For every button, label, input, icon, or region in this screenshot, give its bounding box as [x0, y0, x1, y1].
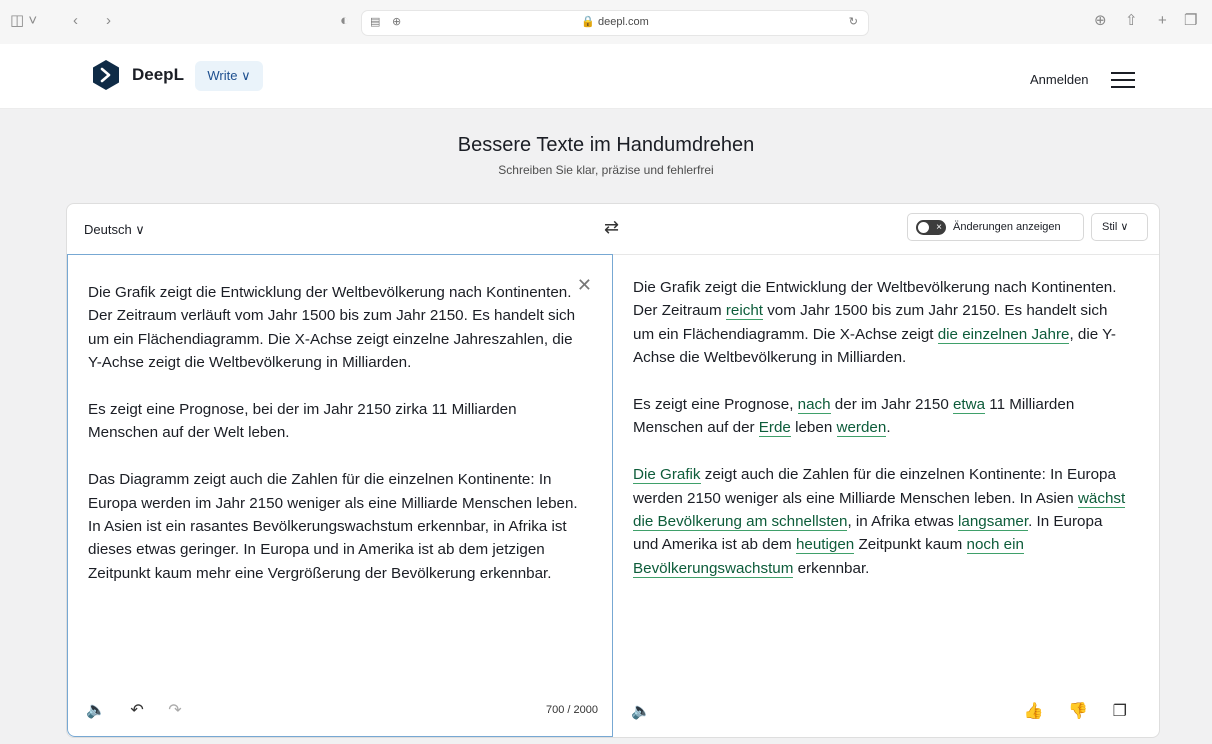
- url-text: 🔒 deepl.com: [581, 16, 649, 28]
- reload-icon[interactable]: ↻: [849, 15, 858, 28]
- source-actions: 🔈 ↶ ↷: [86, 700, 202, 720]
- language-select[interactable]: Deutsch ∨: [84, 222, 145, 238]
- page-subtitle: Schreiben Sie klar, präzise und fehlerfr…: [498, 163, 714, 177]
- downloads-icon[interactable]: ⊕: [1094, 11, 1107, 31]
- changed-word[interactable]: heutigen: [795, 536, 855, 555]
- result-text-span: Zeitpunkt kaum: [854, 536, 967, 554]
- swap-icon[interactable]: ⇄: [604, 217, 619, 238]
- changed-word[interactable]: langsamer: [958, 513, 1029, 532]
- share-icon[interactable]: ⇧: [1125, 11, 1138, 31]
- source-paragraph: Die Grafik zeigt die Entwicklung der Wel…: [88, 284, 576, 372]
- changed-word[interactable]: werden: [836, 419, 887, 438]
- back-icon[interactable]: ‹: [73, 11, 78, 31]
- write-menu-button[interactable]: Write ∨: [195, 61, 263, 91]
- style-select[interactable]: Stil ∨: [1091, 213, 1148, 241]
- source-text-pane[interactable]: ✕ Die Grafik zeigt die Entwicklung der W…: [67, 254, 613, 737]
- result-text-span: Es zeigt eine Prognose,: [633, 396, 798, 414]
- result-paragraph: Es zeigt eine Prognose, nach der im Jahr…: [633, 393, 1128, 440]
- speaker-icon[interactable]: 🔈: [86, 700, 106, 720]
- result-text-span: leben: [790, 419, 837, 437]
- changed-word[interactable]: reicht: [725, 302, 763, 321]
- show-changes-label: Änderungen anzeigen: [953, 221, 1061, 233]
- result-text-pane: Die Grafik zeigt die Entwicklung der Wel…: [613, 254, 1159, 737]
- show-changes-toggle[interactable]: × Änderungen anzeigen: [907, 213, 1084, 241]
- character-counter: 700 / 2000: [546, 704, 598, 716]
- result-text-span: , in Afrika etwas: [847, 513, 959, 531]
- site-header: DeepL Write ∨ Anmelden: [0, 44, 1212, 109]
- address-bar[interactable]: ▤ ⊕ 🔒 deepl.com ↻: [361, 10, 869, 36]
- privacy-shield-icon[interactable]: ◐: [340, 11, 349, 31]
- result-text-span: .: [886, 419, 891, 437]
- changed-word[interactable]: etwa: [952, 396, 986, 415]
- sidebar-toggle-icon[interactable]: ◫ ˅: [10, 11, 37, 31]
- thumbs-up-icon[interactable]: 👍: [1024, 701, 1044, 721]
- new-tab-icon[interactable]: +: [1158, 11, 1167, 31]
- changed-word[interactable]: Erde: [758, 419, 791, 438]
- deepl-logo-icon[interactable]: [90, 59, 122, 91]
- speaker-icon[interactable]: 🔈: [631, 701, 651, 721]
- changed-word[interactable]: nach: [797, 396, 831, 415]
- source-paragraph: Das Diagramm zeigt auch die Zahlen für d…: [88, 471, 578, 582]
- undo-icon[interactable]: ↶: [130, 700, 143, 720]
- changed-word[interactable]: Die Grafik: [633, 466, 701, 485]
- result-text-span: zeigt auch die Zahlen für die einzelnen …: [633, 466, 1116, 507]
- tab-overview-icon[interactable]: ❐: [1184, 11, 1197, 31]
- menu-icon[interactable]: [1111, 72, 1135, 93]
- source-textarea[interactable]: Die Grafik zeigt die Entwicklung der Wel…: [88, 281, 588, 609]
- result-text: Die Grafik zeigt die Entwicklung der Wel…: [633, 276, 1128, 604]
- result-paragraph: Die Grafik zeigt die Entwicklung der Wel…: [633, 276, 1128, 370]
- page-title: Bessere Texte im Handumdrehen: [457, 134, 755, 156]
- source-paragraph: Es zeigt eine Prognose, bei der im Jahr …: [88, 401, 517, 442]
- result-paragraph: Die Grafik zeigt auch die Zahlen für die…: [633, 463, 1128, 580]
- editor-toolbar: Deutsch ∨ ⇄ × Änderungen anzeigen Stil ∨: [67, 204, 1159, 255]
- feedback-actions: 👍 👎 ❐: [1024, 701, 1147, 721]
- browser-toolbar: ◫ ˅ ‹ › ◐ ▤ ⊕ 🔒 deepl.com ↻ ⊕ ⇧ + ❐: [0, 0, 1212, 45]
- result-text-span: der im Jahr 2150: [830, 396, 953, 414]
- editor-card: Deutsch ∨ ⇄ × Änderungen anzeigen Stil ∨…: [66, 203, 1160, 738]
- changed-word[interactable]: die einzelnen Jahre: [937, 325, 1070, 344]
- brand-name[interactable]: DeepL: [132, 65, 184, 85]
- login-link[interactable]: Anmelden: [1030, 72, 1089, 87]
- forward-icon[interactable]: ›: [106, 11, 111, 31]
- thumbs-down-icon[interactable]: 👎: [1068, 701, 1088, 721]
- result-text-span: erkennbar.: [793, 559, 870, 577]
- redo-icon[interactable]: ↷: [168, 700, 181, 720]
- result-actions: 🔈: [631, 701, 671, 721]
- toggle-switch[interactable]: ×: [916, 220, 946, 235]
- copy-icon[interactable]: ❐: [1113, 701, 1127, 721]
